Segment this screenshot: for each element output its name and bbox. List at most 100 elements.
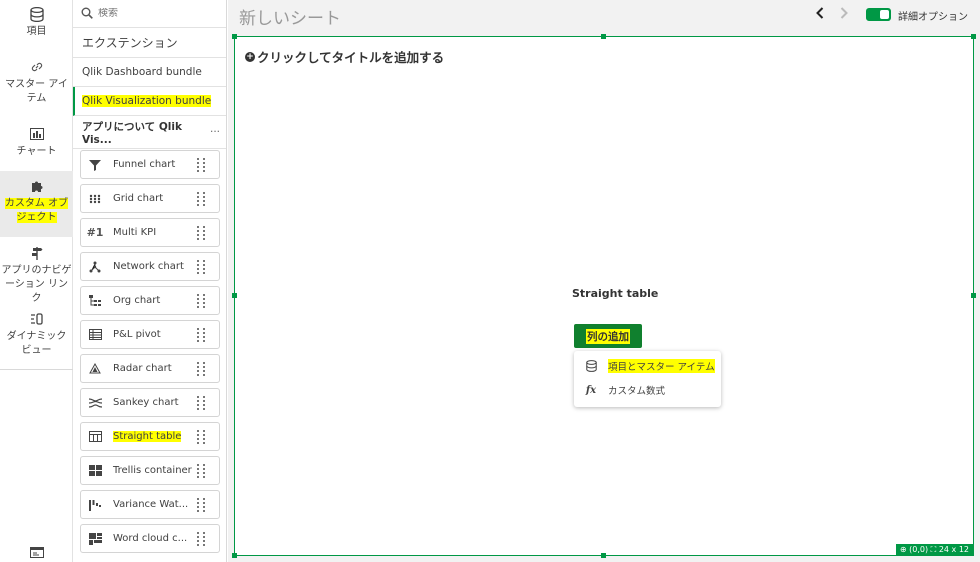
size-readout: 24 x 12 bbox=[938, 545, 969, 554]
toggle-knob bbox=[880, 10, 889, 19]
rail-item-app-navigation-links[interactable]: アプリのナビゲーション リンク bbox=[0, 245, 73, 306]
extension-label: Multi KPI bbox=[113, 227, 157, 238]
extension-label: Sankey chart bbox=[113, 397, 179, 408]
bundle-item-visualization[interactable]: Qlik Visualization bundle bbox=[73, 87, 226, 116]
drag-handle-icon[interactable] bbox=[197, 497, 211, 512]
extension-grid-chart[interactable]: Grid chart bbox=[80, 184, 220, 213]
drag-handle-icon[interactable] bbox=[197, 259, 211, 274]
extensions-header[interactable]: エクステンション bbox=[73, 28, 226, 58]
sheet-properties-button[interactable] bbox=[0, 544, 73, 562]
position-icon: ⊕ bbox=[899, 545, 907, 554]
resize-handle[interactable] bbox=[232, 553, 237, 558]
bundle-item-dashboard[interactable]: Qlik Dashboard bundle bbox=[73, 58, 226, 87]
resize-handle[interactable] bbox=[232, 293, 237, 298]
resize-handle[interactable] bbox=[601, 34, 606, 39]
rail-divider bbox=[0, 369, 73, 370]
bundle-label: Qlik Visualization bundle bbox=[82, 95, 212, 107]
resize-handle[interactable] bbox=[971, 34, 976, 39]
rail-item-fields[interactable]: 項目 bbox=[0, 6, 73, 39]
drag-handle-icon[interactable] bbox=[197, 225, 211, 240]
word-cloud-icon bbox=[81, 532, 109, 545]
radar-chart-icon bbox=[81, 362, 109, 375]
link-icon bbox=[29, 59, 45, 75]
extension-pl-pivot[interactable]: P&L pivot bbox=[80, 320, 220, 349]
extension-label: Grid chart bbox=[113, 193, 164, 204]
search-bar bbox=[73, 0, 226, 28]
rail-label-highlight: カスタム オブジェクト bbox=[4, 198, 69, 223]
database-icon bbox=[583, 360, 599, 372]
menu-item-label: カスタム数式 bbox=[608, 386, 666, 397]
add-column-label: 列の追加 bbox=[586, 328, 630, 344]
rail-item-master-items[interactable]: マスター アイテム bbox=[0, 59, 73, 106]
pl-pivot-icon bbox=[81, 329, 109, 340]
add-column-button[interactable]: 列の追加 bbox=[574, 324, 642, 348]
extension-multi-kpi[interactable]: #1 Multi KPI bbox=[80, 218, 220, 247]
extension-sankey-chart[interactable]: Sankey chart bbox=[80, 388, 220, 417]
extension-trellis-container[interactable]: Trellis container bbox=[80, 456, 220, 485]
grid-chart-icon bbox=[81, 194, 109, 204]
extension-word-cloud-chart[interactable]: Word cloud c... bbox=[80, 524, 220, 553]
sheet-canvas: + クリックしてタイトルを追加する Straight table 列の追加 項目… bbox=[228, 30, 980, 562]
add-column-menu: 項目とマスター アイテム fx カスタム数式 bbox=[574, 351, 721, 407]
sheet-toolbar: 新しいシート 詳細オプション bbox=[228, 0, 980, 30]
extension-label-highlight: Straight table bbox=[113, 431, 182, 442]
extension-radar-chart[interactable]: Radar chart bbox=[80, 354, 220, 383]
drag-handle-icon[interactable] bbox=[197, 327, 211, 342]
rail-label: チャート bbox=[16, 146, 57, 157]
rail-label: マスター アイテム bbox=[5, 79, 68, 104]
extension-network-chart[interactable]: Network chart bbox=[80, 252, 220, 281]
fx-icon: fx bbox=[585, 384, 597, 396]
rail-label: カスタム オブジェクト bbox=[2, 197, 72, 225]
funnel-icon bbox=[81, 159, 109, 171]
table-icon bbox=[81, 431, 109, 442]
chevron-right-icon[interactable] bbox=[840, 7, 848, 23]
menu-item-label: 項目とマスター アイテム bbox=[608, 359, 715, 373]
extension-funnel-chart[interactable]: Funnel chart bbox=[80, 150, 220, 179]
rail-item-custom-objects[interactable]: カスタム オブジェクト bbox=[0, 171, 73, 237]
advanced-options-toggle[interactable] bbox=[866, 8, 891, 21]
add-title-prompt[interactable]: + クリックしてタイトルを追加する bbox=[245, 47, 444, 66]
resize-handle[interactable] bbox=[232, 34, 237, 39]
drag-handle-icon[interactable] bbox=[197, 463, 211, 478]
dynamic-view-icon bbox=[29, 311, 45, 327]
drag-handle-icon[interactable] bbox=[197, 531, 211, 546]
about-bundle-row[interactable]: アプリについて Qlik Vis... ··· bbox=[73, 116, 226, 149]
extension-list: Funnel chart Grid chart #1 Multi KPI Net… bbox=[80, 150, 220, 558]
database-icon bbox=[29, 6, 45, 22]
search-icon bbox=[81, 4, 93, 23]
more-icon[interactable]: ··· bbox=[210, 126, 220, 138]
variance-waterfall-icon bbox=[81, 499, 109, 511]
extension-label: Network chart bbox=[113, 261, 184, 272]
drag-handle-icon[interactable] bbox=[197, 293, 211, 308]
extension-label: Variance Wat... bbox=[113, 499, 189, 510]
plus-circle-icon: + bbox=[245, 51, 255, 62]
chevron-left-icon[interactable] bbox=[816, 7, 824, 23]
extension-variance-waterfall[interactable]: Variance Wat... bbox=[80, 490, 220, 519]
rail-label: 項目 bbox=[26, 26, 47, 37]
drag-handle-icon[interactable] bbox=[197, 191, 211, 206]
resize-handle[interactable] bbox=[971, 293, 976, 298]
object-status-bar: ⊕ (0,0) ⛶ 24 x 12 bbox=[895, 544, 973, 555]
extension-org-chart[interactable]: Org chart bbox=[80, 286, 220, 315]
rail-item-charts[interactable]: チャート bbox=[0, 126, 73, 159]
resize-handle[interactable] bbox=[601, 553, 606, 558]
rail-item-dynamic-views[interactable]: ダイナミック ビュー bbox=[0, 311, 73, 358]
extension-straight-table[interactable]: Straight table bbox=[80, 422, 220, 451]
extension-label: Funnel chart bbox=[113, 159, 176, 170]
search-input[interactable] bbox=[98, 8, 218, 19]
menu-item-custom-expression[interactable]: fx カスタム数式 bbox=[574, 378, 721, 402]
drag-handle-icon[interactable] bbox=[197, 157, 211, 172]
assets-rail: 項目 マスター アイテム チャート カスタム オブジェクト アプリのナビゲーショ… bbox=[0, 0, 73, 562]
trellis-icon bbox=[81, 465, 109, 476]
org-chart-icon bbox=[81, 294, 109, 307]
extension-label: P&L pivot bbox=[113, 329, 161, 340]
extension-label: Word cloud c... bbox=[113, 533, 188, 544]
drag-handle-icon[interactable] bbox=[197, 361, 211, 376]
menu-item-fields-master-items[interactable]: 項目とマスター アイテム bbox=[574, 354, 721, 378]
drag-handle-icon[interactable] bbox=[197, 395, 211, 410]
extension-label: Trellis container bbox=[113, 465, 192, 476]
drag-handle-icon[interactable] bbox=[197, 429, 211, 444]
selected-object-frame[interactable]: + クリックしてタイトルを追加する Straight table 列の追加 項目… bbox=[232, 34, 976, 558]
network-chart-icon bbox=[81, 261, 109, 273]
sheet-title[interactable]: 新しいシート bbox=[239, 4, 341, 29]
